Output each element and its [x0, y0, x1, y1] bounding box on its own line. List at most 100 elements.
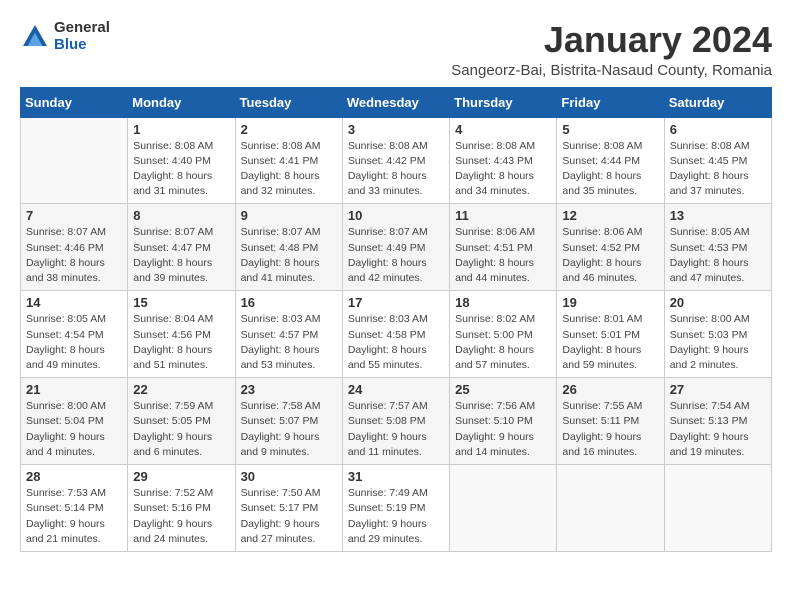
day-number: 2	[241, 122, 337, 137]
calendar-week-row: 1 Sunrise: 8:08 AM Sunset: 4:40 PM Daylig…	[21, 117, 772, 204]
day-info: Sunrise: 8:01 AM Sunset: 5:01 PM Dayligh…	[562, 312, 658, 373]
day-info: Sunrise: 8:07 AM Sunset: 4:49 PM Dayligh…	[348, 225, 444, 286]
weekday-header: Monday	[128, 87, 235, 117]
day-info: Sunrise: 7:59 AM Sunset: 5:05 PM Dayligh…	[133, 399, 229, 460]
day-number: 21	[26, 382, 122, 397]
day-number: 13	[670, 208, 766, 223]
calendar-cell: 22 Sunrise: 7:59 AM Sunset: 5:05 PM Dayli…	[128, 378, 235, 465]
day-info: Sunrise: 8:03 AM Sunset: 4:57 PM Dayligh…	[241, 312, 337, 373]
calendar-cell: 23Sunrise: 7:58 AM Sunset: 5:07 PM Dayli…	[235, 378, 342, 465]
day-info: Sunrise: 7:49 AM Sunset: 5:19 PM Dayligh…	[348, 486, 444, 547]
day-info: Sunrise: 8:07 AM Sunset: 4:46 PM Dayligh…	[26, 225, 122, 286]
day-info: Sunrise: 8:08 AM Sunset: 4:43 PM Dayligh…	[455, 139, 551, 200]
day-number: 14	[26, 295, 122, 310]
day-number: 16	[241, 295, 337, 310]
day-number: 15	[133, 295, 229, 310]
calendar-cell: 10Sunrise: 8:07 AM Sunset: 4:49 PM Dayli…	[342, 204, 449, 291]
logo-general: General	[54, 20, 110, 37]
day-info: Sunrise: 8:03 AM Sunset: 4:58 PM Dayligh…	[348, 312, 444, 373]
day-info: Sunrise: 8:08 AM Sunset: 4:45 PM Dayligh…	[670, 139, 766, 200]
title-block: January 2024 Sangeorz-Bai, Bistrita-Nasa…	[451, 20, 772, 79]
day-number: 27	[670, 382, 766, 397]
page-header: General Blue January 2024 Sangeorz-Bai, …	[20, 20, 772, 79]
calendar-cell: 19Sunrise: 8:01 AM Sunset: 5:01 PM Dayli…	[557, 291, 664, 378]
day-number: 29	[133, 469, 229, 484]
calendar-cell: 2 Sunrise: 8:08 AM Sunset: 4:41 PM Daylig…	[235, 117, 342, 204]
day-info: Sunrise: 8:05 AM Sunset: 4:54 PM Dayligh…	[26, 312, 122, 373]
day-number: 26	[562, 382, 658, 397]
calendar-cell: 26 Sunrise: 7:55 AM Sunset: 5:11 PM Dayli…	[557, 378, 664, 465]
day-number: 11	[455, 208, 551, 223]
calendar-cell: 27 Sunrise: 7:54 AM Sunset: 5:13 PM Dayli…	[664, 378, 771, 465]
day-number: 6	[670, 122, 766, 137]
calendar-week-row: 21 Sunrise: 8:00 AM Sunset: 5:04 PM Dayli…	[21, 378, 772, 465]
calendar-cell: 25Sunrise: 7:56 AM Sunset: 5:10 PM Dayli…	[450, 378, 557, 465]
calendar-cell: 8 Sunrise: 8:07 AM Sunset: 4:47 PM Daylig…	[128, 204, 235, 291]
calendar-cell: 29 Sunrise: 7:52 AM Sunset: 5:16 PM Dayli…	[128, 465, 235, 552]
day-number: 9	[241, 208, 337, 223]
weekday-header: Wednesday	[342, 87, 449, 117]
day-number: 30	[241, 469, 337, 484]
weekday-header: Thursday	[450, 87, 557, 117]
logo-text: General Blue	[54, 20, 110, 53]
calendar-cell: 7Sunrise: 8:07 AM Sunset: 4:46 PM Daylig…	[21, 204, 128, 291]
day-info: Sunrise: 8:08 AM Sunset: 4:42 PM Dayligh…	[348, 139, 444, 200]
day-info: Sunrise: 7:54 AM Sunset: 5:13 PM Dayligh…	[670, 399, 766, 460]
day-number: 20	[670, 295, 766, 310]
calendar-cell	[450, 465, 557, 552]
day-info: Sunrise: 8:08 AM Sunset: 4:40 PM Dayligh…	[133, 139, 229, 200]
day-number: 22	[133, 382, 229, 397]
logo-icon	[20, 22, 50, 52]
logo-blue: Blue	[54, 37, 110, 54]
day-info: Sunrise: 8:02 AM Sunset: 5:00 PM Dayligh…	[455, 312, 551, 373]
day-info: Sunrise: 8:07 AM Sunset: 4:48 PM Dayligh…	[241, 225, 337, 286]
calendar-cell: 4 Sunrise: 8:08 AM Sunset: 4:43 PM Daylig…	[450, 117, 557, 204]
calendar-cell: 9 Sunrise: 8:07 AM Sunset: 4:48 PM Daylig…	[235, 204, 342, 291]
day-info: Sunrise: 8:05 AM Sunset: 4:53 PM Dayligh…	[670, 225, 766, 286]
day-info: Sunrise: 8:06 AM Sunset: 4:51 PM Dayligh…	[455, 225, 551, 286]
day-info: Sunrise: 7:52 AM Sunset: 5:16 PM Dayligh…	[133, 486, 229, 547]
calendar-cell: 16 Sunrise: 8:03 AM Sunset: 4:57 PM Dayli…	[235, 291, 342, 378]
day-number: 31	[348, 469, 444, 484]
calendar-cell: 21 Sunrise: 8:00 AM Sunset: 5:04 PM Dayli…	[21, 378, 128, 465]
day-number: 12	[562, 208, 658, 223]
calendar-subtitle: Sangeorz-Bai, Bistrita-Nasaud County, Ro…	[451, 62, 772, 79]
day-number: 3	[348, 122, 444, 137]
calendar-cell: 31 Sunrise: 7:49 AM Sunset: 5:19 PM Dayli…	[342, 465, 449, 552]
day-number: 18	[455, 295, 551, 310]
calendar-cell: 13 Sunrise: 8:05 AM Sunset: 4:53 PM Dayli…	[664, 204, 771, 291]
calendar-cell: 30 Sunrise: 7:50 AM Sunset: 5:17 PM Dayli…	[235, 465, 342, 552]
calendar-cell: 3 Sunrise: 8:08 AM Sunset: 4:42 PM Daylig…	[342, 117, 449, 204]
day-info: Sunrise: 8:00 AM Sunset: 5:04 PM Dayligh…	[26, 399, 122, 460]
day-number: 1	[133, 122, 229, 137]
day-number: 17	[348, 295, 444, 310]
calendar-cell: 6 Sunrise: 8:08 AM Sunset: 4:45 PM Daylig…	[664, 117, 771, 204]
day-number: 5	[562, 122, 658, 137]
day-info: Sunrise: 8:08 AM Sunset: 4:44 PM Dayligh…	[562, 139, 658, 200]
calendar-cell: 1 Sunrise: 8:08 AM Sunset: 4:40 PM Daylig…	[128, 117, 235, 204]
day-info: Sunrise: 7:55 AM Sunset: 5:11 PM Dayligh…	[562, 399, 658, 460]
calendar-cell: 15Sunrise: 8:04 AM Sunset: 4:56 PM Dayli…	[128, 291, 235, 378]
day-number: 4	[455, 122, 551, 137]
calendar-week-row: 7Sunrise: 8:07 AM Sunset: 4:46 PM Daylig…	[21, 204, 772, 291]
day-info: Sunrise: 7:57 AM Sunset: 5:08 PM Dayligh…	[348, 399, 444, 460]
calendar-cell: 28Sunrise: 7:53 AM Sunset: 5:14 PM Dayli…	[21, 465, 128, 552]
day-info: Sunrise: 7:50 AM Sunset: 5:17 PM Dayligh…	[241, 486, 337, 547]
day-info: Sunrise: 7:58 AM Sunset: 5:07 PM Dayligh…	[241, 399, 337, 460]
calendar-cell: 24Sunrise: 7:57 AM Sunset: 5:08 PM Dayli…	[342, 378, 449, 465]
logo: General Blue	[20, 20, 110, 53]
day-number: 28	[26, 469, 122, 484]
day-number: 8	[133, 208, 229, 223]
day-info: Sunrise: 8:06 AM Sunset: 4:52 PM Dayligh…	[562, 225, 658, 286]
calendar-cell: 11 Sunrise: 8:06 AM Sunset: 4:51 PM Dayli…	[450, 204, 557, 291]
day-info: Sunrise: 8:00 AM Sunset: 5:03 PM Dayligh…	[670, 312, 766, 373]
day-info: Sunrise: 8:07 AM Sunset: 4:47 PM Dayligh…	[133, 225, 229, 286]
weekday-header: Friday	[557, 87, 664, 117]
calendar-cell	[664, 465, 771, 552]
calendar-table: SundayMondayTuesdayWednesdayThursdayFrid…	[20, 87, 772, 552]
calendar-week-row: 14 Sunrise: 8:05 AM Sunset: 4:54 PM Dayli…	[21, 291, 772, 378]
day-info: Sunrise: 8:08 AM Sunset: 4:41 PM Dayligh…	[241, 139, 337, 200]
weekday-header: Saturday	[664, 87, 771, 117]
calendar-cell: 14 Sunrise: 8:05 AM Sunset: 4:54 PM Dayli…	[21, 291, 128, 378]
calendar-title: January 2024	[451, 20, 772, 60]
